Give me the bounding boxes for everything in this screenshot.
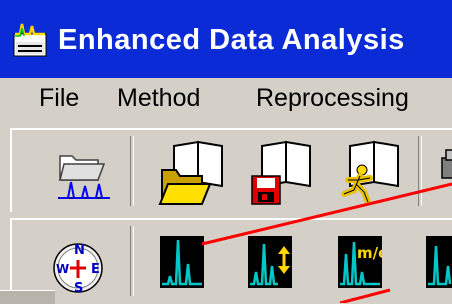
- window-title: Enhanced Data Analysis: [58, 24, 405, 56]
- partial-chromatogram-button[interactable]: [426, 236, 452, 288]
- navigator-compass-icon: N S W E: [50, 234, 106, 296]
- status-strip: [0, 290, 55, 304]
- main-toolbar: [10, 128, 452, 212]
- navigator-button[interactable]: N S W E: [50, 234, 106, 296]
- toolbar-separator: [418, 136, 422, 206]
- run-method-icon: [328, 140, 400, 206]
- partial-chromatogram-icon: [426, 236, 452, 288]
- open-data-folder-icon: [54, 144, 114, 200]
- menu-reprocessing[interactable]: Reprocessing: [256, 84, 409, 113]
- mass-spectrum-button[interactable]: m/e: [338, 236, 382, 288]
- view-toolbar: N S W E m/: [10, 218, 452, 303]
- toolbar-separator: [130, 226, 134, 296]
- chromatogram-scale-icon: [248, 236, 292, 288]
- mass-spectrum-icon: m/e: [338, 236, 382, 288]
- svg-text:S: S: [74, 281, 83, 296]
- chromatogram-scale-button[interactable]: [248, 236, 292, 288]
- svg-text:W: W: [56, 262, 69, 276]
- mass-spectrum-label: m/e: [357, 244, 382, 262]
- menu-method[interactable]: Method: [117, 84, 200, 113]
- app-icon[interactable]: [12, 22, 48, 58]
- chromatogram-icon: [160, 236, 204, 288]
- menu-file[interactable]: File: [39, 84, 79, 113]
- title-bar[interactable]: Enhanced Data Analysis: [0, 0, 452, 78]
- save-method-icon: [240, 140, 312, 206]
- open-data-button[interactable]: [54, 144, 114, 200]
- open-method-folder-icon: [152, 140, 224, 206]
- svg-text:N: N: [74, 243, 85, 258]
- svg-text:E: E: [91, 262, 100, 277]
- chromatogram-button[interactable]: [160, 236, 204, 288]
- partial-toolbar-button[interactable]: [432, 142, 452, 182]
- run-method-button[interactable]: [328, 140, 400, 206]
- menu-bar: File Method Reprocessing: [0, 78, 452, 122]
- toolbar-separator: [130, 136, 134, 206]
- partial-toolbar-icon: [432, 142, 452, 182]
- save-method-button[interactable]: [240, 140, 312, 206]
- open-method-button[interactable]: [152, 140, 224, 206]
